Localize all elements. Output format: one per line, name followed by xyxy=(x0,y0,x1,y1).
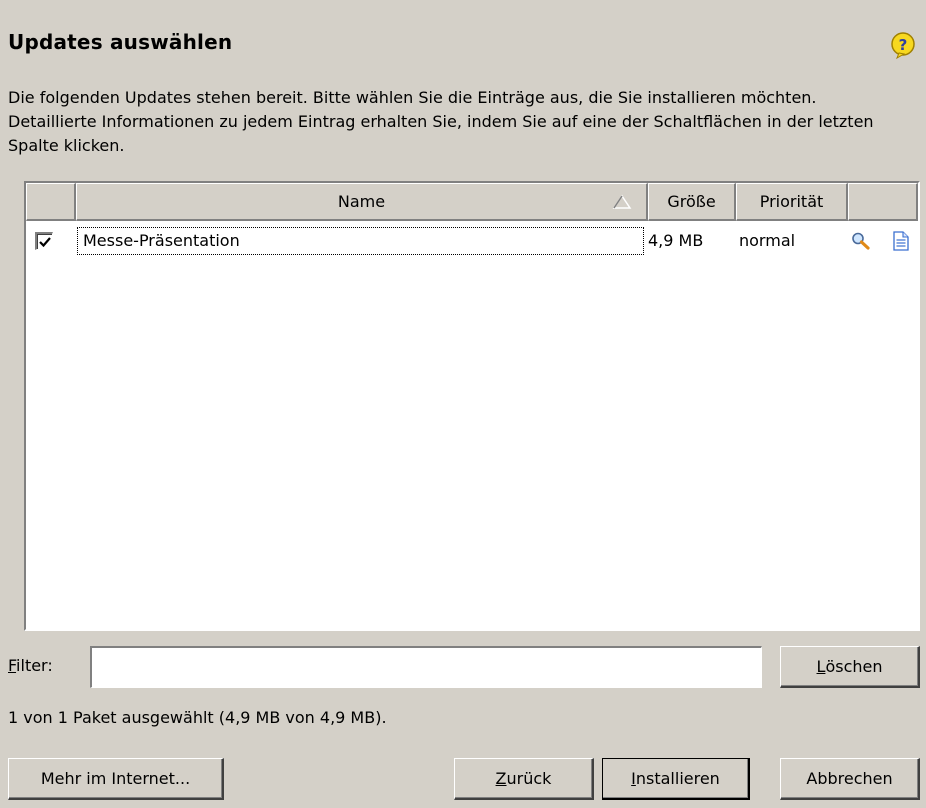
more-on-internet-button[interactable]: Mehr im Internet... xyxy=(8,758,224,800)
checkmark-icon xyxy=(39,237,51,248)
back-button-accel: Z xyxy=(495,769,507,788)
document-icon[interactable] xyxy=(892,231,910,251)
column-header-priority[interactable]: Priorität xyxy=(736,183,848,221)
column-header-name-label: Name xyxy=(337,192,386,211)
back-button-rest: urück xyxy=(506,769,552,788)
column-header-name[interactable]: Name xyxy=(76,183,648,221)
sort-ascending-icon xyxy=(612,194,632,209)
back-button[interactable]: Zurück xyxy=(454,758,594,800)
clear-filter-accel: L xyxy=(816,657,826,676)
clear-filter-button[interactable]: Löschen xyxy=(780,646,920,688)
row-priority: normal xyxy=(739,231,796,250)
magnifier-icon[interactable] xyxy=(850,231,872,251)
install-button-rest: nstallieren xyxy=(635,769,720,788)
table-header: Name Größe Priorität xyxy=(26,183,918,221)
column-header-checkbox[interactable] xyxy=(26,183,76,221)
install-button[interactable]: Installieren xyxy=(602,758,750,800)
filter-label-rest: ilter: xyxy=(16,656,53,675)
column-header-size[interactable]: Größe xyxy=(648,183,736,221)
clear-filter-rest: öschen xyxy=(825,657,883,676)
row-name: Messe-Präsentation xyxy=(77,227,644,255)
row-checkbox[interactable] xyxy=(35,232,53,250)
row-size: 4,9 MB xyxy=(648,231,704,250)
help-icon[interactable]: ? xyxy=(888,30,918,60)
selection-status: 1 von 1 Paket ausgewählt (4,9 MB von 4,9… xyxy=(8,708,387,727)
filter-label: Filter: xyxy=(8,656,53,675)
cancel-button[interactable]: Abbrechen xyxy=(780,758,920,800)
filter-label-accel: F xyxy=(8,656,17,675)
svg-text:?: ? xyxy=(899,36,908,54)
column-header-actions[interactable] xyxy=(848,183,918,221)
table-row[interactable]: Messe-Präsentation 4,9 MB normal xyxy=(26,227,918,255)
description-text: Die folgenden Updates stehen bereit. Bit… xyxy=(8,88,874,155)
page-title: Updates auswählen xyxy=(8,30,233,54)
filter-input[interactable] xyxy=(90,646,762,688)
updates-table: Name Größe Priorität Messe-Präsentation … xyxy=(24,181,920,631)
